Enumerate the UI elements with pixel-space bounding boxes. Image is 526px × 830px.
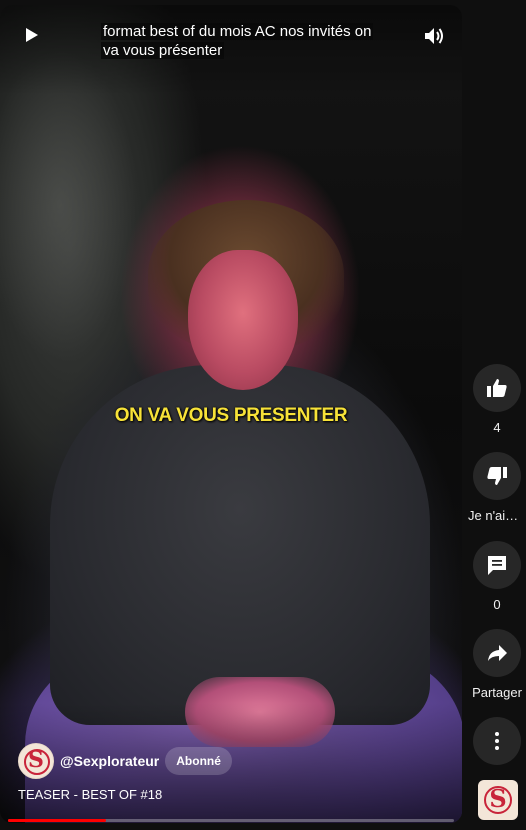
share-button[interactable] — [473, 629, 521, 677]
like-button[interactable] — [473, 364, 521, 412]
dislike-button[interactable] — [473, 452, 521, 500]
sound-thumbnail[interactable]: S — [478, 780, 518, 820]
closed-caption: format best of du mois AC nos invités on… — [101, 22, 401, 60]
avatar-logo-letter: S — [28, 747, 44, 773]
channel-handle[interactable]: @Sexplorateur — [60, 753, 159, 769]
more-options-button[interactable] — [473, 717, 521, 765]
share-action: Partager — [468, 629, 526, 700]
channel-avatar[interactable]: S — [18, 743, 54, 779]
dislike-action: Je n'aim… — [468, 452, 526, 523]
progress-bar[interactable] — [8, 819, 454, 822]
thumbs-down-icon — [487, 467, 507, 485]
share-icon — [488, 645, 507, 661]
caption-line-1: format best of du mois AC nos invités on — [101, 23, 374, 40]
more-action — [468, 717, 526, 765]
like-action: 4 — [468, 364, 526, 435]
comment-count: 0 — [493, 597, 501, 612]
thumbnail-logo-letter: S — [489, 784, 507, 813]
channel-row: S @Sexplorateur Abonné — [18, 743, 232, 779]
play-button[interactable] — [20, 24, 42, 46]
volume-icon — [425, 28, 443, 44]
comment-icon — [488, 556, 506, 575]
video-title: TEASER - BEST OF #18 — [18, 787, 163, 802]
subscribed-button[interactable]: Abonné — [165, 747, 232, 775]
volume-button[interactable] — [421, 23, 447, 49]
more-vertical-icon — [495, 732, 499, 750]
progress-fill — [8, 819, 107, 822]
video-player[interactable]: format best of du mois AC nos invités on… — [0, 5, 462, 823]
comment-button[interactable] — [473, 541, 521, 589]
play-icon — [26, 28, 38, 42]
dislike-label: Je n'aim… — [468, 508, 526, 523]
comment-action: 0 — [468, 541, 526, 612]
share-label: Partager — [472, 685, 522, 700]
like-count: 4 — [493, 420, 501, 435]
burned-in-subtitle: ON VA VOUS PRESENTER — [114, 405, 348, 426]
thumbs-up-icon — [487, 379, 507, 397]
video-figure-face — [188, 250, 298, 390]
action-bar: 4 Je n'aim… 0 Partager — [468, 0, 526, 830]
caption-line-2: va vous présenter — [101, 42, 225, 59]
